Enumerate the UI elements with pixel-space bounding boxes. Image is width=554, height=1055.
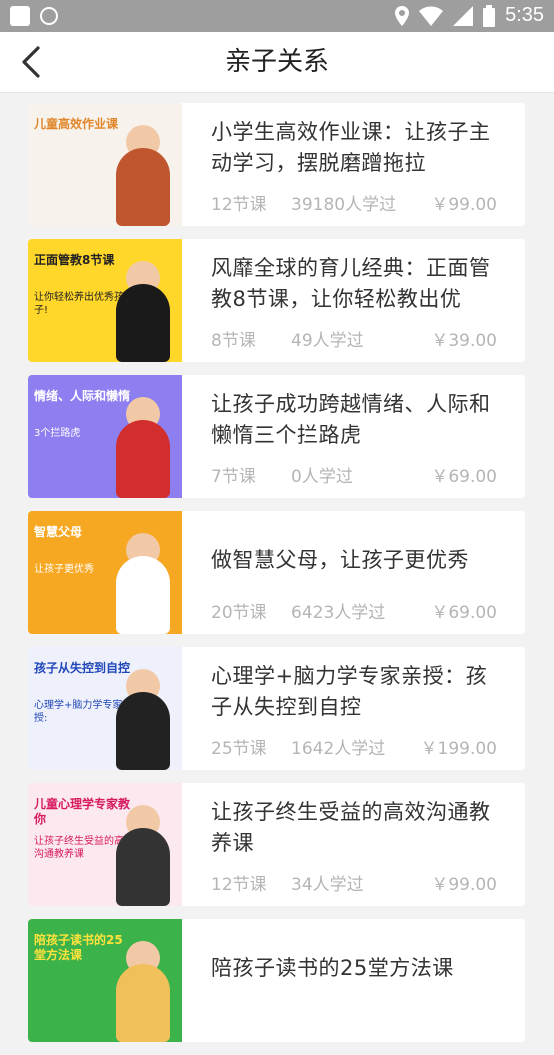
thumbnail-title: 正面管教8节课 (34, 253, 115, 267)
signal-icon (453, 5, 474, 26)
learner-count: 1642人学过 (291, 739, 386, 759)
navigation-bar: 亲子关系 (0, 32, 554, 93)
learner-count: 0人学过 (291, 467, 353, 487)
course-price: ￥199.00 (420, 739, 497, 759)
course-thumbnail: 智慧父母让孩子更优秀 (28, 511, 182, 634)
learner-count: 39180人学过 (291, 195, 397, 215)
course-card[interactable]: 陪孩子读书的25堂方法课 陪孩子读书的25堂方法课 (28, 919, 525, 1042)
course-card[interactable]: 正面管教8节课 让你轻松养出优秀孩子! 风靡全球的育儿经典：正面管教8节课，让你轻松… (28, 239, 525, 362)
course-title: 小学生高效作业课：让孩子主动学习，摆脱磨蹭拖拉 (211, 120, 491, 175)
course-card[interactable]: 孩子从失控到自控 心理学+脑力学专家亲授: 心理学+脑力学专家亲授：孩子从失控到自控… (28, 647, 525, 770)
course-price: ￥69.00 (431, 467, 497, 487)
course-thumbnail: 情绪、人际和懒惰 3个拦路虎 (28, 375, 182, 498)
course-meta: 12节课 39180人学过 ￥99.00 (211, 190, 497, 215)
lesson-count: 8节课 (211, 331, 256, 351)
thumbnail-title: 情绪、人际和懒惰 (34, 389, 131, 403)
course-thumbnail: 正面管教8节课 让你轻松养出优秀孩子! (28, 239, 182, 362)
battery-icon (483, 4, 496, 27)
course-thumbnail: 陪孩子读书的25堂方法课 (28, 919, 182, 1042)
course-meta: 12节课 34人学过 ￥99.00 (211, 870, 497, 895)
thumbnail-subtitle: 让孩子更优秀 (34, 564, 94, 575)
course-list: 儿童高效作业课 小学生高效作业课：让孩子主动学习，摆脱磨蹭拖拉 12节课 39180人… (28, 103, 525, 1055)
status-system: 5:35 (395, 4, 544, 27)
course-card[interactable]: 情绪、人际和懒惰 3个拦路虎 让孩子成功跨越情绪、人际和懒惰三个拦路虎 7节课 0人学过… (28, 375, 525, 498)
thumbnail-title: 儿童高效作业课 (34, 117, 119, 131)
course-meta: 25节课 1642人学过 ￥199.00 (211, 734, 497, 759)
course-card[interactable]: 儿童高效作业课 小学生高效作业课：让孩子主动学习，摆脱磨蹭拖拉 12节课 39180人… (28, 103, 525, 226)
thumbnail-subtitle: 3个拦路虎 (34, 428, 81, 439)
course-card[interactable]: 智慧父母让孩子更优秀 做智慧父母，让孩子更优秀 20节课 6423人学过 ￥69.00 (28, 511, 525, 634)
course-price: ￥99.00 (431, 875, 497, 895)
course-price: ￥99.00 (431, 195, 497, 215)
course-meta: 8节课 49人学过 ￥39.00 (211, 326, 497, 351)
lesson-count: 7节课 (211, 467, 256, 487)
course-price: ￥39.00 (431, 331, 497, 351)
learner-count: 6423人学过 (291, 603, 386, 623)
learner-count: 49人学过 (291, 331, 364, 351)
thumbnail-title: 智慧父母 (34, 525, 83, 539)
status-time: 5:35 (505, 4, 544, 26)
wifi-icon (419, 6, 444, 26)
course-card[interactable]: 儿童心理学专家教你 让孩子终生受益的高效沟通教养课 让孩子终生受益的高效沟通教养课 1… (28, 783, 525, 906)
location-icon (395, 5, 410, 26)
course-title: 让孩子成功跨越情绪、人际和懒惰三个拦路虎 (211, 392, 491, 447)
lesson-count: 12节课 (211, 875, 267, 895)
course-thumbnail: 孩子从失控到自控 心理学+脑力学专家亲授: (28, 647, 182, 770)
lesson-count: 12节课 (211, 195, 267, 215)
thumbnail-title: 陪孩子读书的25堂方法课 (34, 933, 123, 962)
notification-square-icon (10, 6, 30, 26)
instructor-photo (116, 148, 170, 226)
course-title: 陪孩子读书的25堂方法课 (211, 956, 454, 980)
course-meta (211, 1006, 497, 1028)
notification-circle-icon (40, 7, 58, 25)
page-title: 亲子关系 (224, 47, 329, 77)
thumbnail-title: 儿童心理学专家教你 (34, 797, 131, 826)
thumbnail-title: 孩子从失控到自控 (34, 661, 131, 675)
lesson-count: 20节课 (211, 603, 267, 623)
course-thumbnail: 儿童高效作业课 (28, 103, 182, 226)
status-bar: 5:35 (0, 0, 554, 32)
instructor-photo (116, 828, 170, 906)
course-meta: 20节课 6423人学过 ￥69.00 (211, 598, 497, 623)
course-title: 做智慧父母，让孩子更优秀 (211, 548, 469, 572)
learner-count: 34人学过 (291, 875, 364, 895)
instructor-photo (116, 420, 170, 498)
course-price: ￥69.00 (431, 603, 497, 623)
course-title: 让孩子终生受益的高效沟通教养课 (211, 800, 491, 855)
status-notifications (10, 6, 58, 26)
course-title: 风靡全球的育儿经典：正面管教8节课，让你轻松教出优 (211, 256, 491, 311)
course-meta: 7节课 0人学过 ￥69.00 (211, 462, 497, 487)
course-thumbnail: 儿童心理学专家教你 让孩子终生受益的高效沟通教养课 (28, 783, 182, 906)
instructor-photo (116, 692, 170, 770)
instructor-photo (116, 964, 170, 1042)
instructor-photo (116, 284, 170, 362)
lesson-count: 25节课 (211, 739, 267, 759)
instructor-photo (116, 556, 170, 634)
course-title: 心理学+脑力学专家亲授：孩子从失控到自控 (211, 664, 488, 719)
